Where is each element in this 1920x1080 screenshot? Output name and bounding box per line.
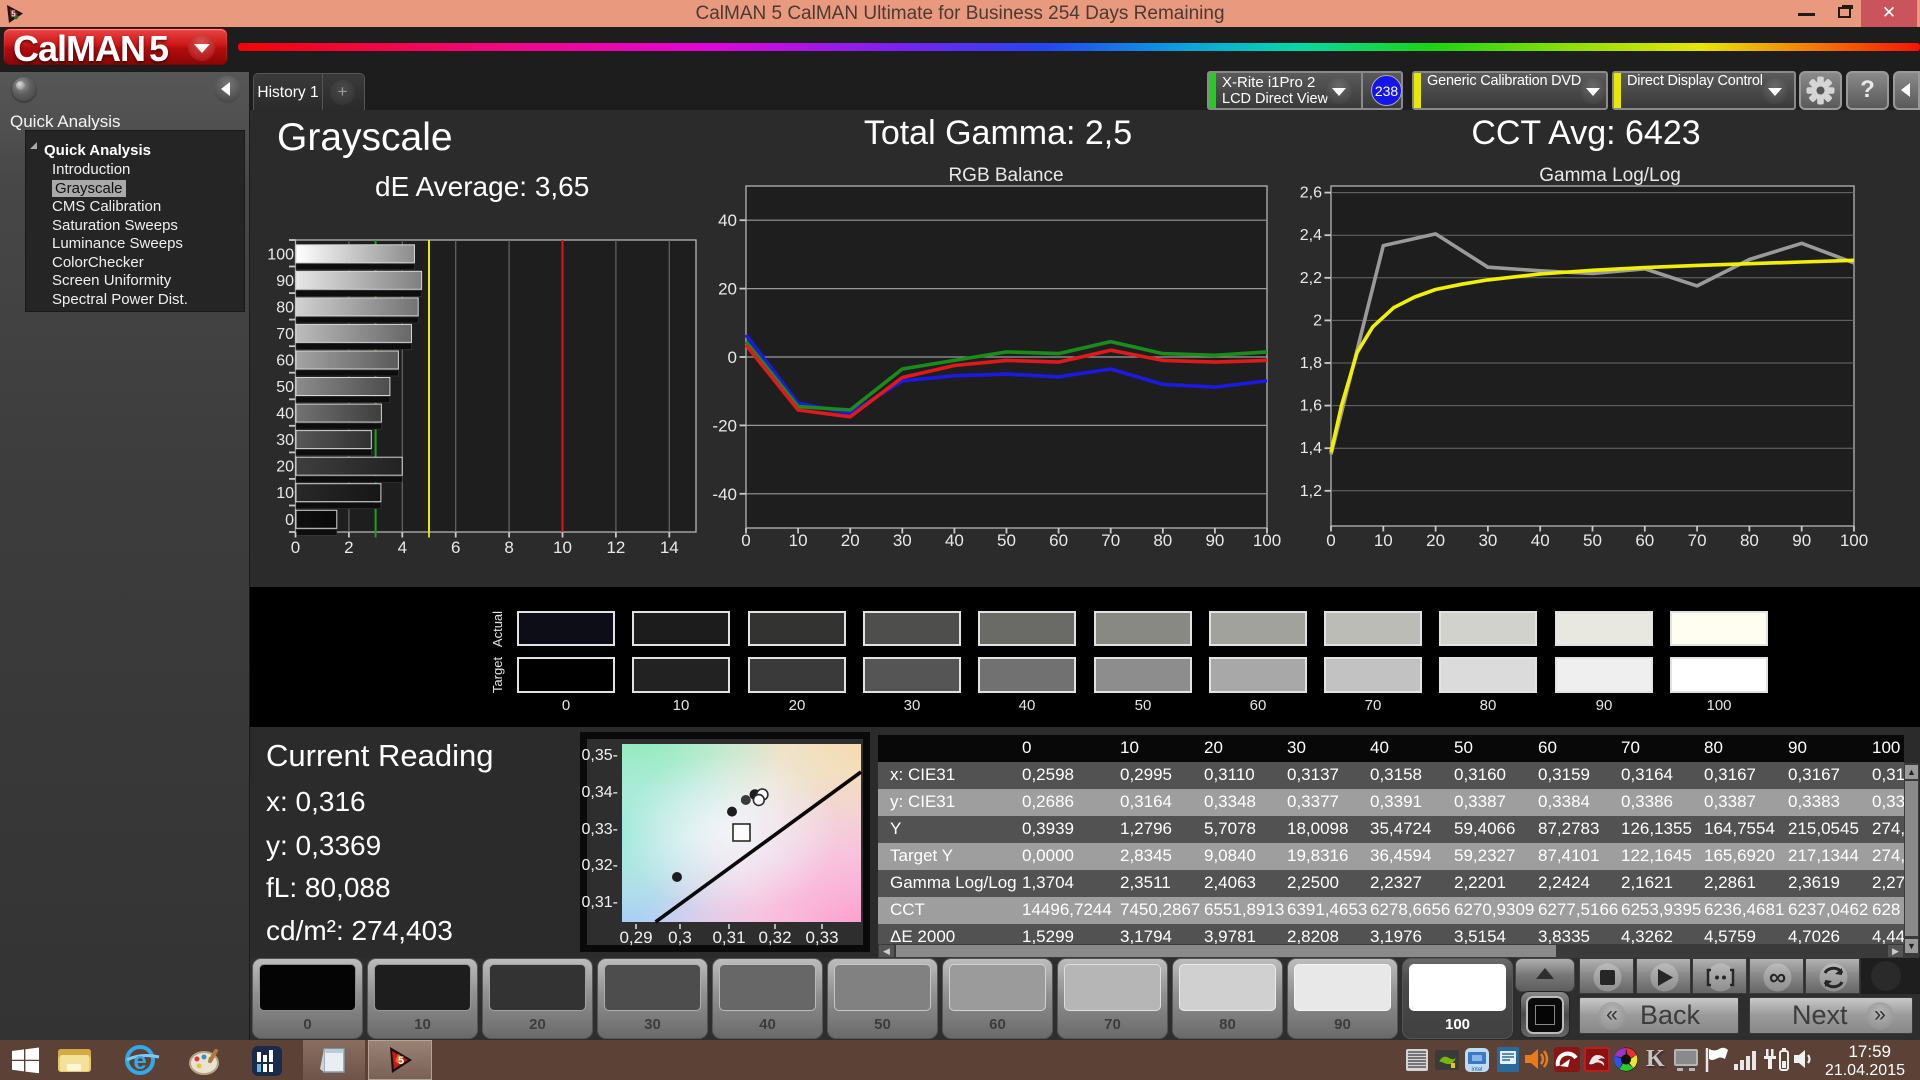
svg-text:80: 80 xyxy=(276,299,294,316)
svg-text:70: 70 xyxy=(1101,531,1120,550)
svg-text:50: 50 xyxy=(276,379,294,396)
svg-text:40: 40 xyxy=(718,211,737,230)
svg-text:60: 60 xyxy=(1635,531,1654,550)
svg-text:70: 70 xyxy=(1688,531,1707,550)
svg-text:80: 80 xyxy=(1153,531,1172,550)
svg-text:0,32: 0,32 xyxy=(758,928,791,947)
svg-text:12: 12 xyxy=(606,538,625,557)
svg-text:4: 4 xyxy=(398,538,407,557)
svg-text:RGB Balance: RGB Balance xyxy=(948,165,1063,186)
svg-text:∞: ∞ xyxy=(1768,964,1785,991)
svg-text:2,2: 2,2 xyxy=(1300,270,1322,287)
svg-text:20: 20 xyxy=(276,459,294,476)
svg-text:0: 0 xyxy=(1326,531,1335,550)
svg-text:0: 0 xyxy=(741,531,750,550)
svg-text:5: 5 xyxy=(398,1055,404,1067)
svg-text:60: 60 xyxy=(1049,531,1068,550)
svg-text:10: 10 xyxy=(789,531,808,550)
svg-text:0,3: 0,3 xyxy=(668,928,692,947)
svg-text:1,4: 1,4 xyxy=(1300,440,1322,457)
svg-text:2: 2 xyxy=(344,538,353,557)
svg-text:30: 30 xyxy=(1478,531,1497,550)
svg-text:0,33: 0,33 xyxy=(805,928,838,947)
svg-text:0: 0 xyxy=(285,512,294,529)
svg-text:10: 10 xyxy=(276,485,294,502)
svg-text:5: 5 xyxy=(11,10,16,19)
svg-text:80: 80 xyxy=(1740,531,1759,550)
svg-text:8: 8 xyxy=(504,538,513,557)
svg-text:-40: -40 xyxy=(712,485,737,504)
svg-text:10: 10 xyxy=(553,538,572,557)
svg-text:1,8: 1,8 xyxy=(1300,355,1322,372)
svg-text:30: 30 xyxy=(276,432,294,449)
svg-text:intel: intel xyxy=(1471,1067,1482,1073)
svg-text:10: 10 xyxy=(1374,531,1393,550)
svg-text:0,32-: 0,32- xyxy=(582,857,618,874)
svg-text:2,4: 2,4 xyxy=(1300,227,1322,244)
svg-text:6: 6 xyxy=(451,538,460,557)
svg-text:e: e xyxy=(133,1048,146,1075)
svg-text:0,29: 0,29 xyxy=(619,928,652,947)
svg-text:0,31: 0,31 xyxy=(712,928,745,947)
svg-text:1,2: 1,2 xyxy=(1300,483,1322,500)
svg-text:90: 90 xyxy=(1792,531,1811,550)
svg-text:40: 40 xyxy=(1531,531,1550,550)
svg-text:-20: -20 xyxy=(712,416,737,435)
svg-text:0: 0 xyxy=(291,538,300,557)
svg-text:100: 100 xyxy=(1253,531,1281,550)
svg-text:50: 50 xyxy=(997,531,1016,550)
svg-text:20: 20 xyxy=(718,280,737,299)
svg-text:0,35-: 0,35- xyxy=(582,747,618,764)
svg-text:90: 90 xyxy=(1205,531,1224,550)
svg-text:0,34-: 0,34- xyxy=(582,784,618,801)
svg-text:20: 20 xyxy=(1426,531,1445,550)
svg-text:0,31-: 0,31- xyxy=(582,894,618,911)
svg-text:40: 40 xyxy=(276,406,294,423)
svg-text:2,6: 2,6 xyxy=(1300,185,1322,202)
svg-text:0,33-: 0,33- xyxy=(582,821,618,838)
svg-text:14: 14 xyxy=(660,538,679,557)
svg-text:100: 100 xyxy=(1840,531,1868,550)
svg-text:50: 50 xyxy=(1583,531,1602,550)
svg-text:60: 60 xyxy=(276,353,294,370)
svg-text:90: 90 xyxy=(276,273,294,290)
svg-text:2: 2 xyxy=(1313,312,1322,329)
svg-text:20: 20 xyxy=(841,531,860,550)
svg-text:70: 70 xyxy=(276,326,294,343)
svg-text:0: 0 xyxy=(728,348,737,367)
svg-text:40: 40 xyxy=(945,531,964,550)
svg-text:100: 100 xyxy=(267,246,294,263)
svg-text:Gamma Log/Log: Gamma Log/Log xyxy=(1539,165,1681,186)
svg-text:1,6: 1,6 xyxy=(1300,398,1322,415)
svg-text:30: 30 xyxy=(893,531,912,550)
